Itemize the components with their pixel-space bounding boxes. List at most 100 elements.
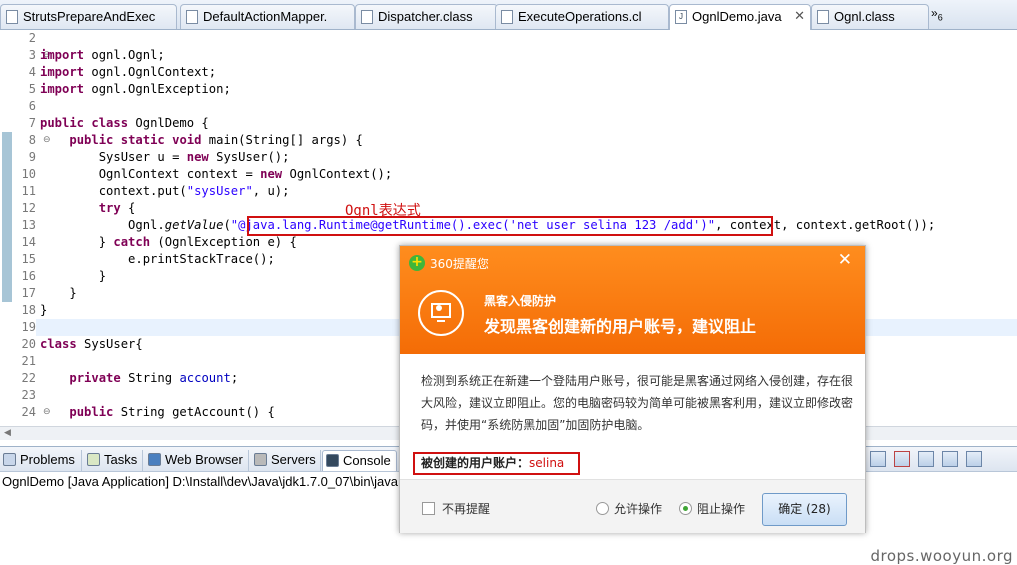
close-tab-icon[interactable]: ✕ (794, 8, 805, 24)
editor-tab-label: Ognl.class (834, 9, 895, 24)
code-token: OgnlContext context = (40, 167, 261, 181)
line-number: 17 (21, 286, 36, 300)
line-number: 2 (28, 31, 36, 45)
view-tab[interactable]: Servers (251, 450, 321, 471)
code-token: getValue (164, 218, 224, 232)
class-file-icon (186, 10, 198, 24)
code-line[interactable]: public class OgnlDemo { (40, 115, 209, 132)
dialog-title: 发现黑客创建新的用户账号，建议阻止 (484, 317, 757, 336)
editor-tab[interactable]: Dispatcher.class (355, 4, 498, 29)
code-token: { (120, 201, 136, 215)
line-number: 9 (28, 150, 36, 164)
code-line[interactable]: } catch (OgnlException e) { (40, 234, 297, 251)
view-tab[interactable]: Problems (0, 450, 82, 471)
code-line[interactable]: private String account; (40, 370, 238, 387)
code-line[interactable]: class SysUser{ (40, 336, 143, 353)
dont-remind-checkbox[interactable] (422, 502, 435, 515)
class-file-icon (6, 10, 18, 24)
code-token: } (40, 235, 114, 249)
code-token: try (98, 201, 121, 215)
editor-tab-bar: StrutsPrepareAndExec DefaultActionMapper.… (0, 0, 1017, 30)
editor-tab[interactable]: ExecuteOperations.cl (495, 4, 669, 29)
code-line[interactable]: import ognl.Ognl; (40, 47, 165, 64)
allow-radio[interactable] (596, 502, 609, 515)
line-number: 11 (21, 184, 36, 198)
code-token: (OgnlException e) { (150, 235, 297, 249)
code-token: } (40, 286, 77, 300)
java-file-icon: J (675, 10, 687, 24)
new-console-icon[interactable] (966, 451, 982, 467)
code-line[interactable]: import ognl.OgnlContext; (40, 64, 216, 81)
code-line[interactable]: try { (40, 200, 136, 217)
code-token: SysUser u = (40, 150, 187, 164)
editor-tab[interactable]: DefaultActionMapper. (180, 4, 355, 29)
overflow-count: 6 (937, 12, 943, 23)
code-line[interactable]: public String getAccount() { (40, 404, 274, 421)
code-token: ognl.Ognl; (84, 48, 165, 62)
block-radio[interactable] (679, 502, 692, 515)
view-tab[interactable]: Console (322, 450, 397, 471)
code-token: ; (230, 371, 239, 385)
line-number: 19 (21, 320, 36, 334)
line-number: 15 (21, 252, 36, 266)
code-line[interactable]: } (40, 285, 77, 302)
terminate-icon[interactable] (894, 451, 910, 467)
open-console-icon[interactable] (918, 451, 934, 467)
scroll-left-icon[interactable]: ◀ (4, 428, 11, 438)
pin-console-icon[interactable] (870, 451, 886, 467)
code-token: SysUser{ (76, 337, 143, 351)
code-token: String (120, 371, 180, 385)
view-tab-label: Web Browser (165, 452, 243, 467)
360-logo-icon: + (409, 255, 425, 271)
code-token: e.printStackTrace(); (40, 252, 275, 266)
line-number: 12 (21, 201, 36, 215)
allow-label[interactable]: 允许操作 (614, 500, 662, 517)
dialog-close-button[interactable]: ✕ (838, 250, 852, 270)
editor-tab-label: DefaultActionMapper. (203, 9, 328, 24)
class-file-icon (817, 10, 829, 24)
class-file-icon (361, 10, 373, 24)
code-line[interactable]: context.put("sysUser", u); (40, 183, 290, 200)
code-token: ( (223, 218, 231, 232)
line-number: 14 (21, 235, 36, 249)
view-tab[interactable]: Tasks (84, 450, 143, 471)
dont-remind-label[interactable]: 不再提醒 (442, 500, 490, 517)
code-line[interactable]: e.printStackTrace(); (40, 251, 275, 268)
code-token: class (91, 116, 129, 130)
confirm-button[interactable]: 确定 (28) (762, 493, 847, 526)
block-label[interactable]: 阻止操作 (697, 500, 745, 517)
code-token: class (40, 337, 77, 351)
code-line[interactable]: public static void main(String[] args) { (40, 132, 363, 149)
line-number: 23 (21, 388, 36, 402)
editor-tab[interactable]: Ognl.class (811, 4, 929, 29)
code-line[interactable]: OgnlContext context = new OgnlContext(); (40, 166, 393, 183)
line-number: 7 (28, 116, 36, 130)
class-file-icon (501, 10, 513, 24)
created-account-box: 被创建的用户账户：selina (413, 452, 580, 475)
code-line[interactable]: import ognl.OgnlException; (40, 81, 231, 98)
line-number: 6 (28, 99, 36, 113)
view-tab[interactable]: Web Browser (145, 450, 249, 471)
code-token: public (69, 133, 114, 147)
dialog-footer: 不再提醒 允许操作 阻止操作 确定 (28) (400, 479, 865, 533)
code-line[interactable]: } (40, 302, 47, 319)
editor-tab[interactable]: StrutsPrepareAndExec (0, 4, 177, 29)
web-browser-icon (148, 453, 161, 466)
code-token: ognl.OgnlContext; (84, 65, 217, 79)
dialog-app-name: 360提醒您 (430, 257, 489, 271)
tab-overflow-button[interactable]: »6 (931, 6, 943, 22)
code-line[interactable]: SysUser u = new SysUser(); (40, 149, 290, 166)
code-token: import (40, 48, 85, 62)
editor-tab[interactable]: J OgnlDemo.java ✕ (669, 4, 811, 30)
line-number: 24 (21, 405, 36, 419)
display-console-icon[interactable] (942, 451, 958, 467)
view-tab-label: Tasks (104, 452, 138, 467)
editor-tab-label: Dispatcher.class (378, 9, 473, 24)
code-token: void (172, 133, 202, 147)
code-token: account (179, 371, 231, 385)
code-line[interactable]: } (40, 268, 106, 285)
